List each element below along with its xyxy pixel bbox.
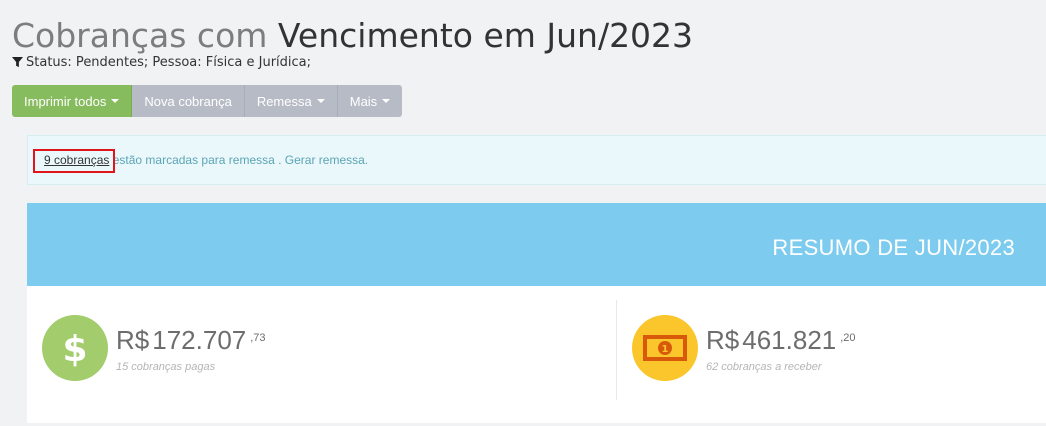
paid-stat: $ R$ 172.707,73 15 cobranças pagas xyxy=(42,315,266,381)
chevron-down-icon xyxy=(316,99,325,103)
filter-icon xyxy=(12,57,23,68)
paid-amount: R$ 172.707,73 xyxy=(116,325,266,355)
filter-summary: Status: Pendentes; Pessoa: Física e Jurí… xyxy=(12,55,311,70)
receivable-caption: 62 cobranças a receber xyxy=(706,361,822,373)
chevron-down-icon xyxy=(382,99,391,103)
toolbar: Imprimir todos Nova cobrança Remessa Mai… xyxy=(12,85,403,117)
summary-title: RESUMO DE JUN/2023 xyxy=(772,235,1015,260)
receivable-cents: ,20 xyxy=(840,332,856,344)
summary-header: RESUMO DE JUN/2023 xyxy=(27,203,1046,286)
filter-text: Status: Pendentes; Pessoa: Física e Jurí… xyxy=(26,55,312,70)
more-button[interactable]: Mais xyxy=(337,85,403,117)
print-all-label: Imprimir todos xyxy=(24,93,107,109)
remittance-button[interactable]: Remessa xyxy=(244,85,338,117)
dollar-icon: $ xyxy=(42,315,108,381)
alert-text: estão marcadas para remessa . Gerar reme… xyxy=(109,153,369,167)
page-title-main: Vencimento em Jun/2023 xyxy=(277,16,694,55)
paid-caption: 15 cobranças pagas xyxy=(116,361,216,373)
summary-panel: RESUMO DE JUN/2023 $ R$ 172.707,73 15 cob… xyxy=(27,203,1046,423)
receivable-stat: 1 R$ 461.821,20 62 cobranças a receber xyxy=(632,315,856,381)
receivable-amount: R$ 461.821,20 xyxy=(706,325,856,355)
print-all-button[interactable]: Imprimir todos xyxy=(12,85,133,117)
page-title-prefix: Cobranças com xyxy=(12,16,268,55)
new-charge-button[interactable]: Nova cobrança xyxy=(132,85,245,117)
highlight-box xyxy=(33,149,115,173)
svg-text:1: 1 xyxy=(662,344,669,355)
paid-cents: ,73 xyxy=(250,332,266,344)
banknote-icon: 1 xyxy=(632,315,698,381)
more-label: Mais xyxy=(349,93,378,109)
stat-divider xyxy=(616,300,617,400)
page-title: Cobranças com Vencimento em Jun/2023 xyxy=(12,16,693,56)
svg-text:$: $ xyxy=(62,329,87,368)
remittance-label: Remessa xyxy=(256,93,312,109)
chevron-down-icon xyxy=(111,99,120,103)
new-charge-label: Nova cobrança xyxy=(144,93,232,109)
remittance-alert: 9 cobranças estão marcadas para remessa … xyxy=(27,135,1046,185)
